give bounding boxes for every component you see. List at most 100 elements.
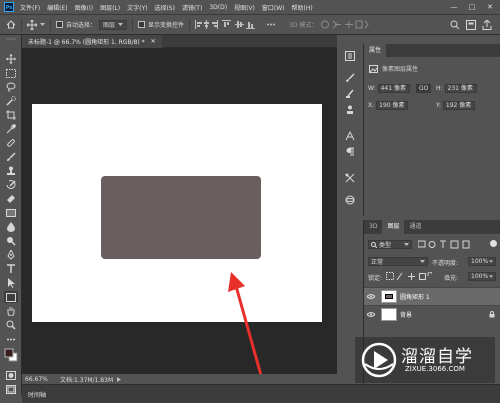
layer-name[interactable]: 背景 xyxy=(400,310,412,319)
3d-materials-icon[interactable] xyxy=(344,194,356,206)
opacity-label: 不透明度: xyxy=(432,260,459,267)
character-icon[interactable] xyxy=(344,130,356,142)
layer-thumbnail xyxy=(381,290,397,303)
auto-select-dropdown[interactable]: 图层 xyxy=(99,19,128,30)
blend-mode-dropdown[interactable]: 正常 xyxy=(368,257,428,266)
history-brush-tool-icon[interactable] xyxy=(4,179,18,191)
menu-layer[interactable]: 图层(L) xyxy=(100,3,120,12)
layer-thumbnail xyxy=(381,308,397,321)
menu-select[interactable]: 选择(S) xyxy=(154,3,175,12)
healing-brush-tool-icon[interactable] xyxy=(4,137,18,149)
move-tool-icon[interactable] xyxy=(4,53,18,65)
brush-settings-icon[interactable] xyxy=(344,72,356,84)
blur-tool-icon[interactable] xyxy=(4,221,18,233)
color-swatches-icon[interactable] xyxy=(4,347,18,363)
lasso-tool-icon[interactable] xyxy=(4,81,18,93)
timeline-label[interactable]: 时间轴 xyxy=(28,390,46,399)
more-options-icon[interactable] xyxy=(267,23,276,26)
menu-window[interactable]: 窗口(W) xyxy=(262,3,285,12)
hand-tool-icon[interactable] xyxy=(4,305,18,317)
chevron-down-icon xyxy=(489,259,493,263)
pen-tool-icon[interactable] xyxy=(4,249,18,261)
close-button[interactable]: ✕ xyxy=(484,2,496,12)
type-tool-icon[interactable] xyxy=(4,263,18,275)
clone-source-icon[interactable] xyxy=(344,104,356,116)
menu-help[interactable]: 帮助(H) xyxy=(292,3,313,12)
zoom-tool-icon[interactable] xyxy=(4,319,18,331)
tool-presets-icon[interactable] xyxy=(344,172,356,184)
visibility-eye-icon[interactable] xyxy=(364,294,378,299)
fill-input[interactable]: 100% xyxy=(468,272,496,281)
search-icon[interactable] xyxy=(450,20,460,30)
layer-row[interactable]: 圆角矩形 1 xyxy=(364,287,500,305)
minimize-button[interactable]: — xyxy=(448,2,460,12)
gradient-tool-icon[interactable] xyxy=(4,207,18,219)
menu-filter[interactable]: 滤镜(T) xyxy=(182,3,202,12)
tab-properties[interactable]: 属性 xyxy=(364,44,387,57)
menu-file[interactable]: 文件(F) xyxy=(20,3,40,12)
height-input[interactable]: 231 像素 xyxy=(444,84,477,93)
layer-filter-value: 类型 xyxy=(379,242,392,249)
width-input[interactable]: 441 像素 xyxy=(377,84,410,93)
move-tool-icon[interactable] xyxy=(27,19,37,30)
document-tab[interactable]: 未标题-1 @ 66.7% (圆角矩形 1, RGB/8) * ✕ xyxy=(22,35,162,48)
tab-3d[interactable]: 3D xyxy=(364,220,382,234)
show-transform-checkbox[interactable] xyxy=(138,21,146,28)
screen-mode-icon[interactable] xyxy=(4,383,18,395)
close-tab-icon[interactable]: ✕ xyxy=(151,38,156,45)
photoshop-logo-icon[interactable]: Ps xyxy=(4,2,14,12)
tab-layers[interactable]: 图层 xyxy=(382,220,405,234)
lock-icons[interactable] xyxy=(386,272,432,281)
eyedropper-tool-icon[interactable] xyxy=(4,123,18,135)
tab-channels[interactable]: 通道 xyxy=(404,220,426,234)
link-icon[interactable]: GO xyxy=(416,84,432,93)
width-field: W: 441 像素 xyxy=(368,84,410,93)
rounded-rectangle-shape[interactable] xyxy=(101,176,261,259)
properties-section-header: 像素图层属性 xyxy=(369,64,418,73)
align-icons[interactable] xyxy=(195,20,256,29)
eraser-tool-icon[interactable] xyxy=(4,193,18,205)
layer-filter-dropdown[interactable]: 类型 xyxy=(368,240,412,249)
menu-view[interactable]: 视图(V) xyxy=(234,3,255,12)
layer-row[interactable]: 背景 xyxy=(364,305,500,323)
quick-selection-tool-icon[interactable] xyxy=(4,95,18,107)
chevron-right-icon[interactable] xyxy=(117,376,122,382)
zoom-level[interactable]: 66.67% xyxy=(22,376,60,383)
menu-type[interactable]: 文字(Y) xyxy=(127,3,147,12)
maximize-button[interactable]: □ xyxy=(466,2,478,12)
layer-filter-icons[interactable] xyxy=(418,240,484,249)
rectangle-tool-icon[interactable] xyxy=(4,291,18,303)
paragraph-icon[interactable] xyxy=(344,146,356,158)
path-selection-tool-icon[interactable] xyxy=(4,277,18,289)
quick-mask-icon[interactable] xyxy=(4,369,18,381)
clone-stamp-tool-icon[interactable] xyxy=(4,165,18,177)
height-label: H: xyxy=(436,85,443,92)
opacity-input[interactable]: 100% xyxy=(468,257,496,266)
x-input[interactable]: 190 像素 xyxy=(376,101,409,110)
marquee-tool-icon[interactable] xyxy=(4,67,18,79)
filter-toggle-icon[interactable] xyxy=(490,240,497,247)
brushes-icon[interactable] xyxy=(344,88,356,100)
more-tools-icon[interactable] xyxy=(4,333,18,345)
height-field: H: 231 像素 xyxy=(436,84,477,93)
lock-label: 锁定: xyxy=(368,275,383,282)
auto-select-checkbox[interactable] xyxy=(56,21,63,28)
crop-tool-icon[interactable] xyxy=(4,109,18,121)
home-icon[interactable] xyxy=(6,20,16,29)
chevron-down-icon[interactable] xyxy=(40,22,45,27)
document-tab-bar: 未标题-1 @ 66.7% (圆角矩形 1, RGB/8) * ✕ xyxy=(22,35,337,48)
visibility-eye-icon[interactable] xyxy=(364,312,378,317)
history-icon[interactable] xyxy=(344,50,356,62)
share-icon[interactable] xyxy=(482,20,492,30)
menu-edit[interactable]: 编辑(E) xyxy=(47,3,67,12)
menu-3d[interactable]: 3D(D) xyxy=(209,4,227,11)
menu-image[interactable]: 图像(I) xyxy=(75,3,93,12)
layer-name[interactable]: 圆角矩形 1 xyxy=(400,292,430,301)
y-field: Y: 192 像素 xyxy=(436,101,475,110)
dodge-tool-icon[interactable] xyxy=(4,235,18,247)
brush-tool-icon[interactable] xyxy=(4,151,18,163)
toolbar-grip[interactable] xyxy=(4,37,18,41)
y-input[interactable]: 192 像素 xyxy=(442,101,475,110)
3d-mode-icons[interactable] xyxy=(321,20,370,29)
workspace-icon[interactable] xyxy=(466,20,476,30)
